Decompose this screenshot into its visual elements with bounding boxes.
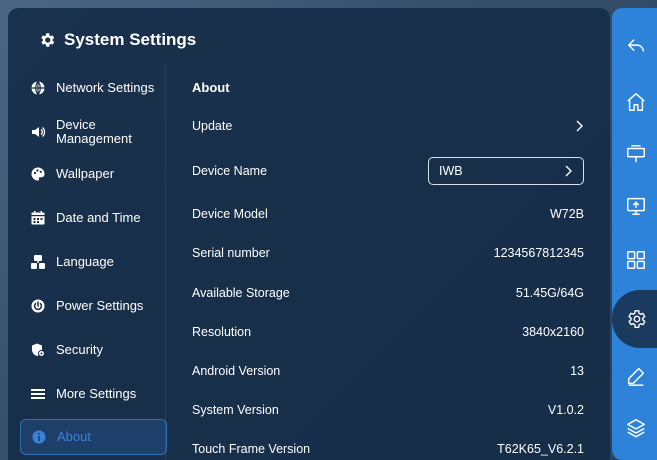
row-value: 3840x2160: [522, 325, 584, 339]
device-name-value: IWB: [439, 164, 463, 178]
sidebar-item-power-settings[interactable]: Power Settings: [20, 288, 167, 324]
row-label: Android Version: [192, 364, 281, 378]
sidebar-item-security[interactable]: Security: [20, 332, 167, 368]
device-name-button[interactable]: IWB: [428, 157, 584, 185]
chevron-right-icon: [565, 165, 572, 177]
row-label: Resolution: [192, 325, 252, 339]
globe-icon: [30, 80, 46, 96]
sidebar-item-more-settings[interactable]: More Settings: [20, 376, 167, 412]
power-icon: [30, 298, 46, 314]
row-value: V1.0.2: [547, 403, 584, 417]
sidebar-item-wallpaper[interactable]: Wallpaper: [20, 156, 167, 192]
row-label: System Version: [192, 403, 279, 417]
device-name-row: Device Name IWB: [192, 156, 584, 186]
row-value: 51.45G/64G: [515, 286, 584, 300]
row-value: 13: [570, 364, 584, 378]
settings-icon: [628, 310, 646, 328]
pen-icon: [627, 367, 645, 386]
row-value: 1234567812345: [493, 246, 584, 260]
info-row: Available Storage 51.45G/64G: [192, 281, 584, 305]
row-label: Touch Frame Version: [192, 442, 311, 456]
sidebar-item-date-and-time[interactable]: Date and Time: [20, 200, 167, 236]
title-bar: System Settings: [38, 28, 196, 52]
calendar-icon: [30, 210, 46, 226]
row-label: Device Model: [192, 207, 268, 221]
sidebar-item-label: Power Settings: [56, 298, 144, 313]
row-label: Available Storage: [192, 286, 290, 300]
layers-icon: [627, 419, 645, 438]
sidebar-item-label: Wallpaper: [56, 166, 115, 181]
screen-share-button[interactable]: [620, 190, 652, 222]
update-row[interactable]: Update: [192, 114, 584, 138]
menu-icon: [30, 386, 46, 402]
page-title: System Settings: [64, 30, 197, 49]
row-value: T62K65_V6.2.1: [497, 442, 584, 456]
info-row: Android Version 13: [192, 359, 584, 383]
info-row: Serial number 1234567812345: [192, 241, 584, 265]
settings-panel: System Settings Network Settings Device …: [8, 8, 610, 460]
device-name-label: Device Name: [192, 164, 268, 178]
row-value: W72B: [549, 207, 584, 221]
settings-button[interactable]: [620, 303, 652, 335]
sidebar-item-label: Device Management: [56, 117, 132, 146]
back-button[interactable]: [620, 30, 652, 62]
sidebar-item-label: Language: [56, 254, 114, 269]
side-rail: [612, 8, 657, 460]
language-icon: [30, 254, 46, 270]
sidebar-item-label: About: [57, 429, 91, 444]
display-stand-button[interactable]: [620, 138, 652, 170]
sidebar-divider: [165, 64, 166, 460]
screen-share-icon: [627, 197, 645, 215]
sidebar-item-about[interactable]: About: [20, 419, 167, 455]
gear-icon: [41, 33, 55, 47]
palette-icon: [30, 166, 46, 182]
speaker-icon: [30, 124, 46, 140]
sidebar-item-network-settings[interactable]: Network Settings: [20, 70, 167, 106]
info-icon: [31, 429, 47, 445]
home-icon: [627, 93, 645, 111]
sidebar-item-label: Security: [56, 342, 103, 357]
row-label: Serial number: [192, 246, 270, 260]
info-row: Resolution 3840x2160: [192, 320, 584, 344]
info-row: Device Model W72B: [192, 202, 584, 226]
back-icon: [627, 39, 645, 52]
sidebar-item-device-management[interactable]: Device Management: [20, 112, 167, 152]
layers-button[interactable]: [620, 412, 652, 444]
update-label: Update: [192, 119, 233, 133]
sidebar-item-label: More Settings: [56, 386, 137, 401]
chevron-right-icon: [576, 120, 583, 132]
pen-button[interactable]: [620, 360, 652, 392]
info-row: System Version V1.0.2: [192, 398, 584, 422]
display-stand-icon: [627, 145, 645, 163]
apps-grid-button[interactable]: [620, 244, 652, 276]
home-button[interactable]: [620, 86, 652, 118]
security-icon: [30, 342, 46, 358]
section-title: About: [192, 80, 230, 95]
info-row: Touch Frame Version T62K65_V6.2.1: [192, 437, 584, 460]
apps-grid-icon: [627, 251, 645, 269]
sidebar-item-label: Network Settings: [56, 80, 155, 95]
sidebar-item-label: Date and Time: [56, 210, 141, 225]
about-content: About Update Device Name IWB Device Mode…: [192, 64, 588, 460]
sidebar: Network Settings Device Management Wallp…: [8, 64, 167, 460]
sidebar-item-language[interactable]: Language: [20, 244, 167, 280]
